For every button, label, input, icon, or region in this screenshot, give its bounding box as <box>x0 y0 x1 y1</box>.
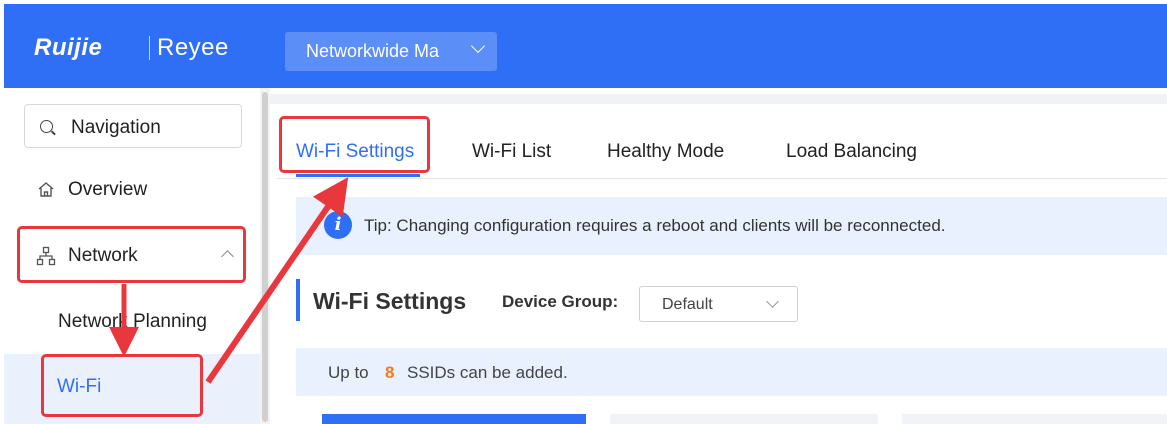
scrollbar-thumb[interactable] <box>262 92 268 422</box>
chevron-up-icon <box>221 250 234 263</box>
section-title: Wi-Fi Settings <box>313 288 467 314</box>
chevron-down-icon <box>470 38 486 54</box>
sidebar-item-label: Overview <box>68 179 148 200</box>
ssid-limit-prefix: Up to <box>328 363 369 382</box>
ssid-limit-count: 8 <box>385 363 395 382</box>
device-group-label: Device Group: <box>502 292 619 311</box>
tip-text: Tip: Changing configuration requires a r… <box>364 216 946 235</box>
ssid-card-tab-active-body[interactable] <box>404 414 586 424</box>
active-tab-indicator <box>296 174 420 177</box>
tab-load-balancing[interactable]: Load Balancing <box>786 141 917 163</box>
sidebar-item-network[interactable]: Network <box>4 232 260 280</box>
tab-wifi-settings[interactable]: Wi-Fi Settings <box>296 141 414 163</box>
ssid-limit-suffix: SSIDs can be added. <box>407 363 568 382</box>
sidebar-item-label: Network <box>68 245 138 266</box>
logo-divider <box>149 36 150 60</box>
sidebar-item-label: Wi-Fi <box>57 376 102 397</box>
tip-banner: i Tip: Changing configuration requires a… <box>296 197 1167 255</box>
info-icon: i <box>324 211 352 239</box>
sidebar-item-network-planning[interactable]: Network Planning <box>58 311 207 333</box>
ssid-card-tab[interactable] <box>902 414 1167 424</box>
chevron-down-icon <box>766 295 779 308</box>
sidebar-item-overview[interactable]: Overview <box>4 166 260 214</box>
navigation-search[interactable]: Navigation <box>24 104 242 148</box>
tab-wifi-list[interactable]: Wi-Fi List <box>472 141 551 163</box>
ssid-card-tab-active[interactable] <box>322 414 404 424</box>
ssid-limit-banner: Up to 8 SSIDs can be added. <box>296 348 1167 396</box>
sidebar-scrollbar[interactable] <box>260 88 270 424</box>
brand-sub-logo: Reyee <box>157 34 229 61</box>
brand-logo: Ruijie <box>34 34 103 61</box>
navigation-search-label: Navigation <box>71 117 161 138</box>
search-icon <box>40 120 53 133</box>
content-top-gap <box>270 94 1167 104</box>
tab-divider <box>276 178 1167 179</box>
network-topology-icon <box>36 246 56 266</box>
sidebar-item-wifi[interactable]: Wi-Fi <box>4 354 260 424</box>
ssid-card-tab[interactable] <box>610 414 878 424</box>
home-icon <box>38 182 54 197</box>
top-header: Ruijie Reyee Networkwide Ma <box>4 4 1167 88</box>
tab-healthy-mode[interactable]: Healthy Mode <box>607 141 724 163</box>
network-selector-label: Networkwide Ma <box>306 41 440 61</box>
network-selector[interactable]: Networkwide Ma <box>285 32 497 71</box>
device-group-value: Default <box>662 296 713 313</box>
device-group-select[interactable]: Default <box>639 286 798 322</box>
section-accent-bar <box>296 279 300 321</box>
